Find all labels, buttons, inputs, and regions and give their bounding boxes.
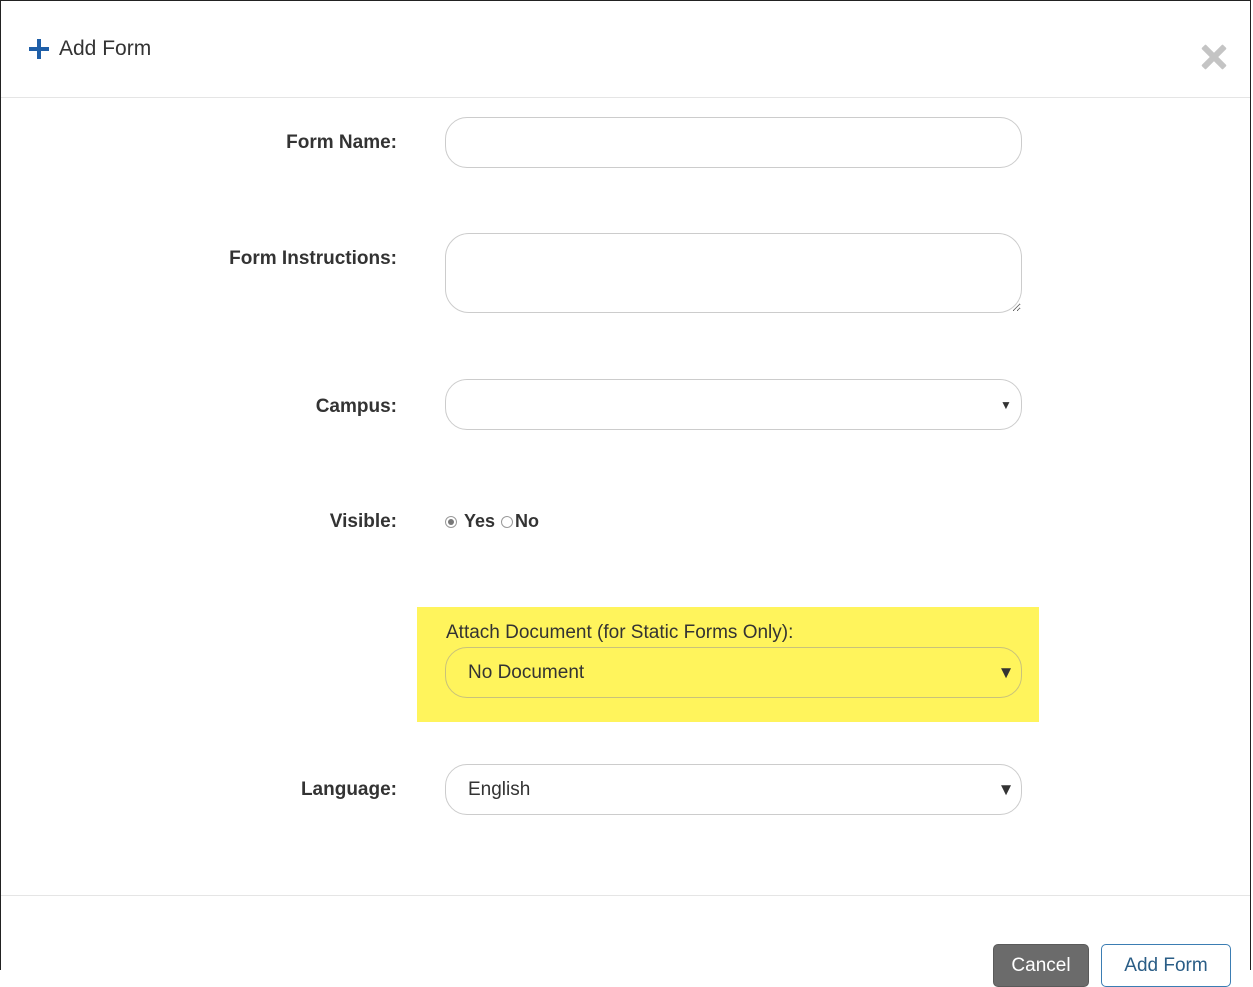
chevron-down-icon: ▼ — [997, 779, 1015, 799]
visible-label: Visible: — [329, 511, 397, 532]
dialog-title: Add Form — [59, 37, 152, 60]
add-form-button[interactable]: Add Form — [1101, 944, 1231, 987]
close-icon[interactable] — [1199, 42, 1229, 72]
form-name-input[interactable] — [445, 117, 1022, 168]
form-instructions-textarea[interactable] — [445, 233, 1022, 313]
attach-document-label: Attach Document (for Static Forms Only): — [446, 622, 794, 643]
visible-yes-label[interactable]: Yes — [464, 511, 495, 532]
chevron-down-icon: ▼ — [997, 662, 1015, 682]
language-label: Language: — [300, 779, 397, 800]
plus-icon — [29, 39, 49, 59]
form-instructions-label: Form Instructions: — [229, 248, 397, 269]
attach-document-select[interactable]: No Document ▼ — [445, 647, 1022, 698]
visible-no-label[interactable]: No — [515, 511, 539, 532]
chevron-down-icon: ▼ — [1000, 397, 1012, 412]
campus-select[interactable]: ▼ — [445, 379, 1022, 430]
campus-label: Campus: — [315, 396, 397, 417]
visible-radio-group: Yes No — [445, 511, 545, 532]
form-name-label: Form Name: — [286, 132, 397, 153]
dialog-header: Add Form — [1, 1, 1250, 98]
language-select[interactable]: English ▼ — [445, 764, 1022, 815]
attach-document-value: No Document — [468, 661, 585, 683]
add-form-dialog: Add Form Form Name: Form Instructions: C… — [0, 0, 1251, 987]
language-select-value: English — [468, 778, 531, 800]
visible-yes-radio[interactable] — [445, 515, 457, 528]
visible-no-radio[interactable] — [501, 515, 514, 528]
cancel-button[interactable]: Cancel — [993, 944, 1089, 987]
